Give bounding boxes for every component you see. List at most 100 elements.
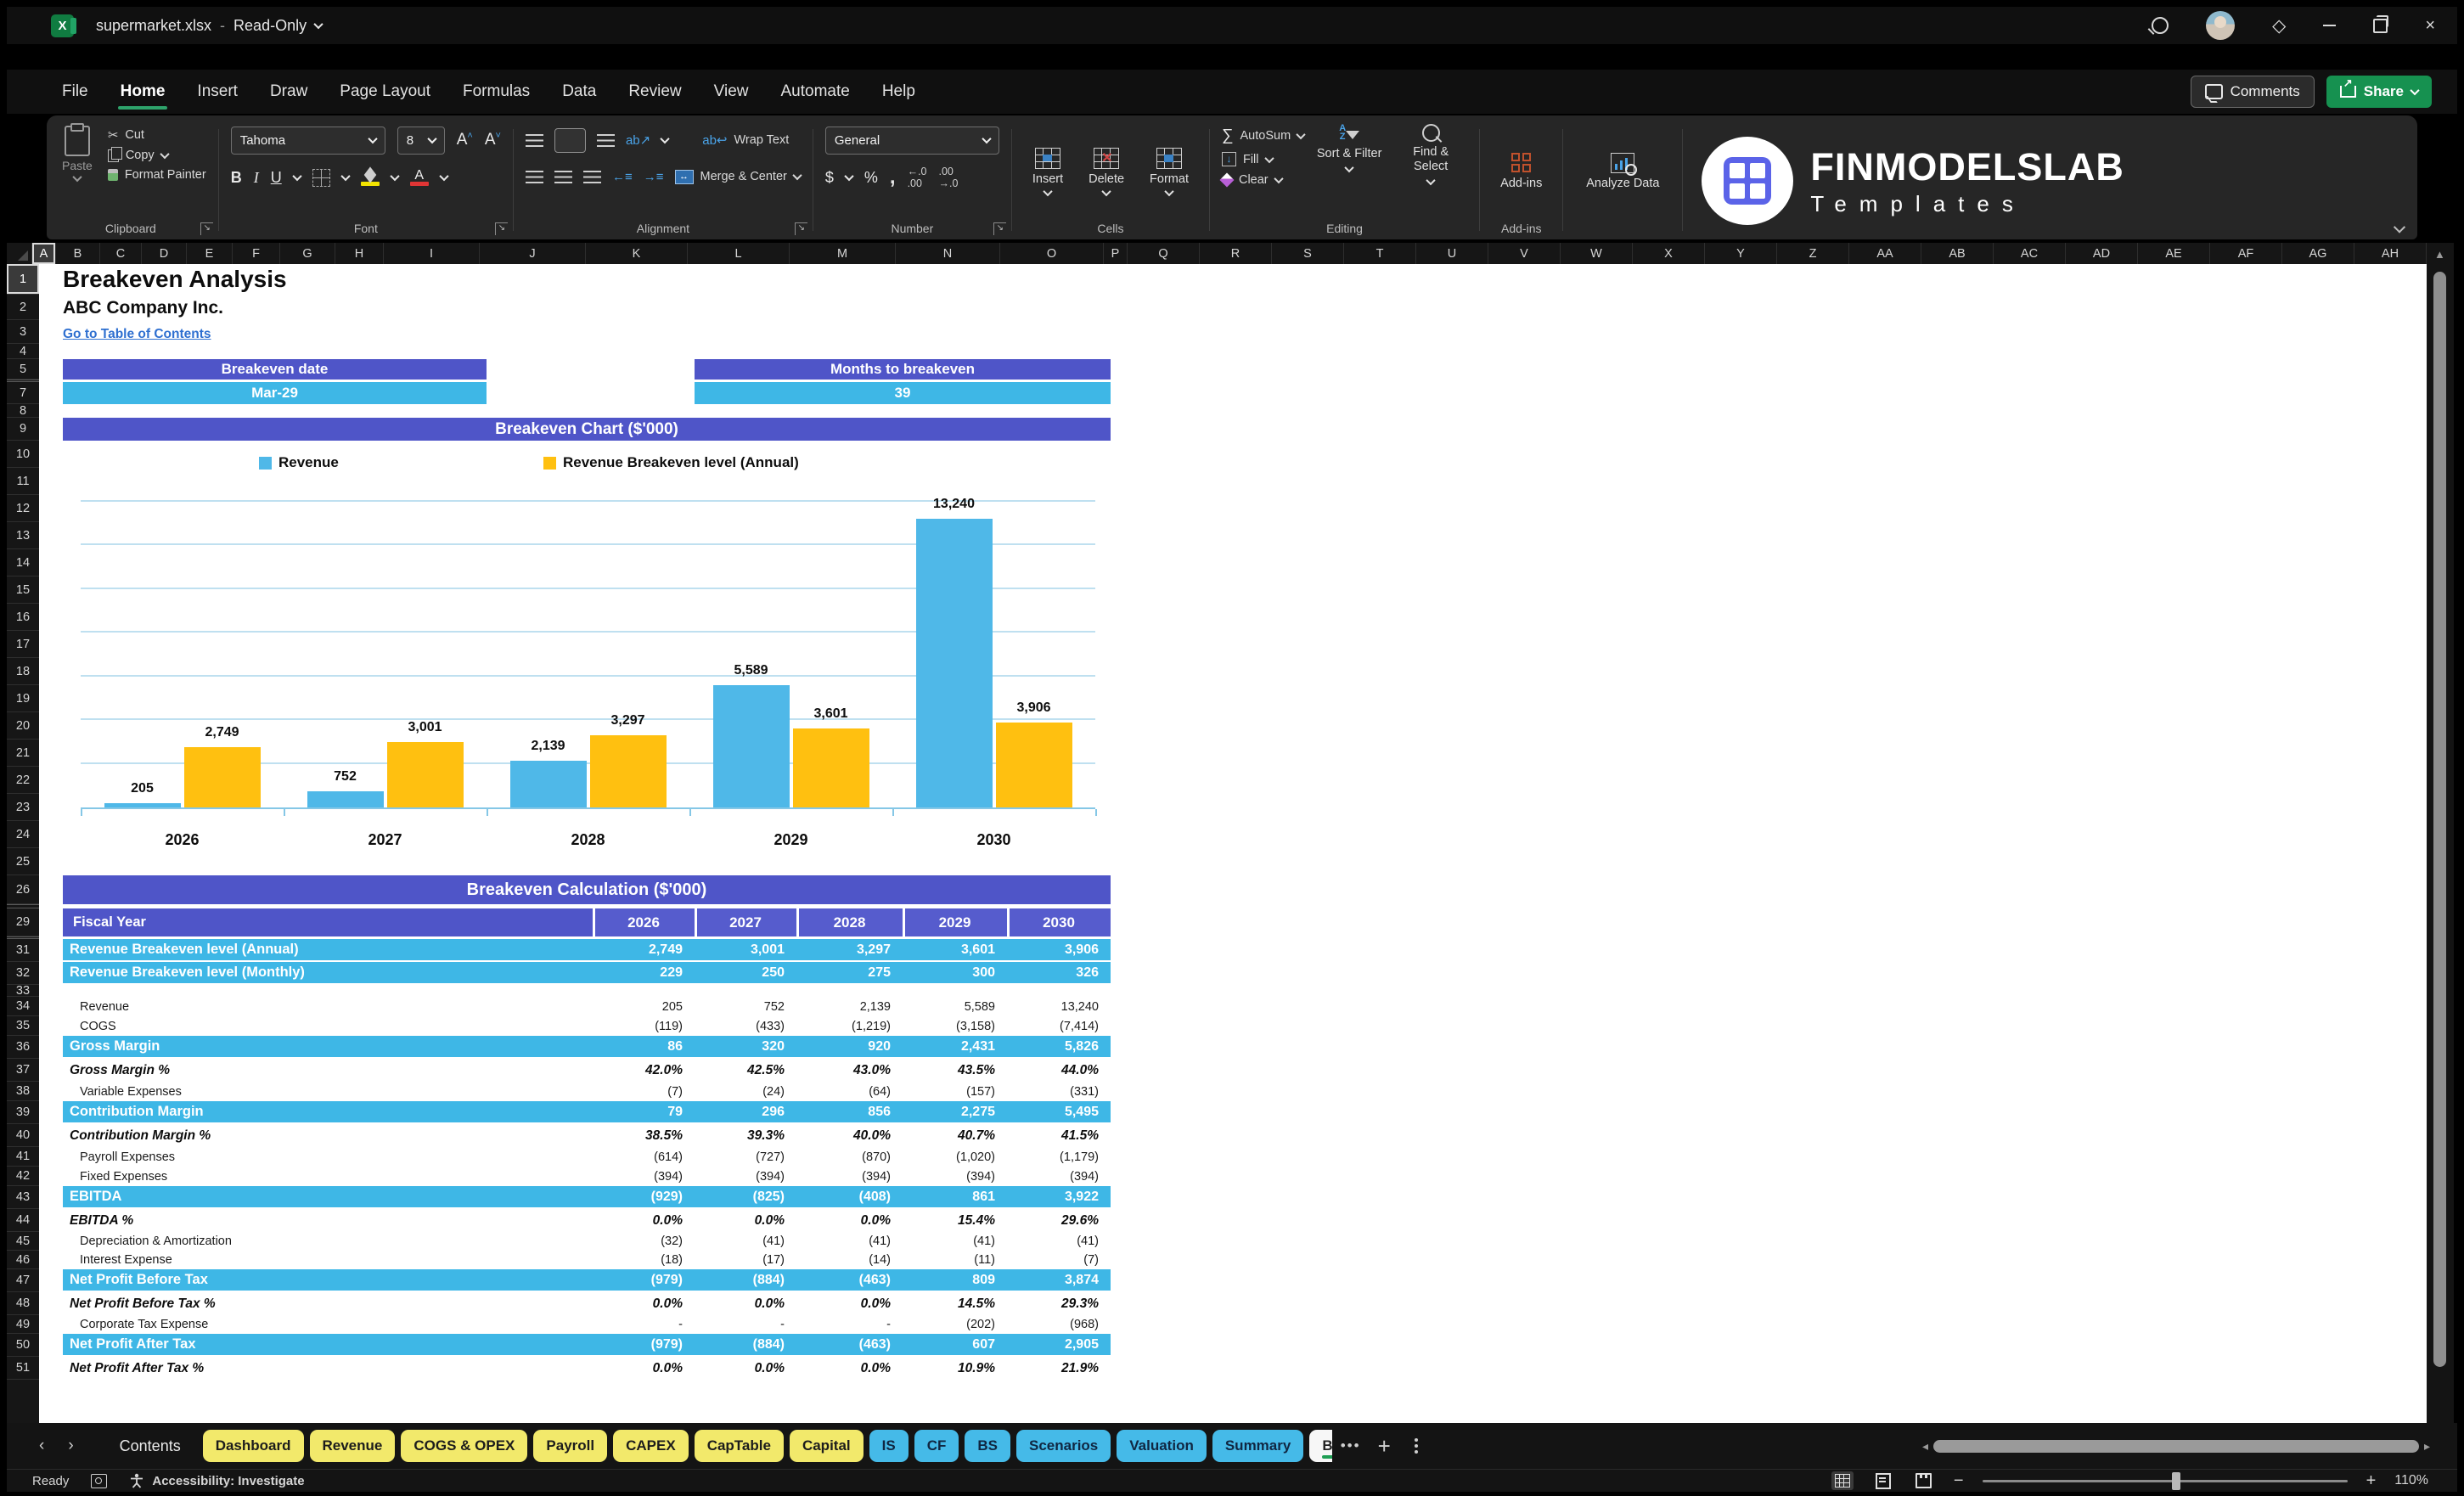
calc-row-label[interactable]: Depreciation & Amortization (63, 1234, 593, 1248)
year-header[interactable]: 2029 (903, 908, 1007, 936)
calc-cell[interactable]: 10.9% (903, 1361, 1007, 1376)
sheet-tab-dashboard[interactable]: Dashboard (202, 1430, 304, 1462)
calc-cell[interactable]: (7) (593, 1085, 695, 1099)
calc-row-label[interactable]: COGS (63, 1020, 593, 1033)
chart-bar-revenue[interactable] (104, 802, 181, 807)
cut-button[interactable]: ✂ Cut (108, 127, 206, 143)
merge-center-button[interactable]: ↔ Merge & Center (674, 169, 802, 184)
calc-row-label[interactable]: EBITDA % (63, 1213, 593, 1229)
zoom-slider-thumb[interactable] (2172, 1471, 2181, 1490)
column-header-ae[interactable]: AE (2138, 243, 2210, 264)
column-header-ab[interactable]: AB (1921, 243, 1994, 264)
zoom-in-button[interactable]: + (2366, 1471, 2377, 1491)
calc-cell[interactable]: 300 (903, 965, 1007, 981)
calc-cell[interactable]: (394) (796, 1170, 903, 1184)
search-icon[interactable] (2152, 17, 2169, 34)
scroll-up-icon[interactable]: ▲ (2434, 248, 2445, 261)
sheet-tab-revenue[interactable]: Revenue (309, 1430, 396, 1462)
sheet-nav-prev-icon[interactable]: ‹ (39, 1437, 44, 1455)
calc-cell[interactable]: (394) (1007, 1170, 1111, 1184)
column-header-v[interactable]: V (1488, 243, 1561, 264)
calc-cell[interactable]: 3,297 (796, 942, 903, 958)
table-of-contents-link[interactable]: Go to Table of Contents (63, 327, 211, 342)
calc-cell[interactable]: 0.0% (593, 1361, 695, 1376)
chevron-down-icon[interactable] (292, 171, 302, 182)
row-header-2[interactable]: 2 (7, 295, 39, 320)
calc-cell[interactable]: 5,589 (903, 1000, 1007, 1014)
increase-indent-icon[interactable]: →≡ (644, 170, 664, 184)
chart-title[interactable]: Breakeven Chart ($'000) (63, 418, 1111, 441)
column-header-z[interactable]: Z (1777, 243, 1849, 264)
calc-cell[interactable]: (17) (695, 1253, 796, 1267)
scroll-right-icon[interactable]: ▸ (2424, 1439, 2430, 1454)
calc-cell[interactable]: (331) (1007, 1085, 1111, 1099)
legend-item-revenue[interactable]: Revenue (259, 454, 339, 471)
calc-row-label[interactable]: Revenue Breakeven level (Monthly) (63, 965, 593, 981)
find-select-button[interactable]: Find & Select (1394, 124, 1467, 186)
scroll-left-icon[interactable]: ◂ (1922, 1439, 1928, 1454)
column-header-w[interactable]: W (1561, 243, 1633, 264)
calc-row-label[interactable]: Corporate Tax Expense (63, 1318, 593, 1331)
calc-row-label[interactable]: Revenue Breakeven level (Annual) (63, 942, 593, 958)
year-header[interactable]: 2027 (695, 908, 796, 936)
column-header-f[interactable]: F (233, 243, 280, 264)
calc-cell[interactable]: 3,001 (695, 942, 796, 958)
chevron-down-icon[interactable] (439, 171, 449, 182)
delete-cells-button[interactable]: Delete (1080, 146, 1133, 198)
column-header-s[interactable]: S (1272, 243, 1344, 264)
calc-cell[interactable]: - (593, 1318, 695, 1331)
chart-bar-revenue[interactable] (915, 518, 993, 807)
zoom-level[interactable]: 110% (2394, 1473, 2428, 1488)
row-header-13[interactable]: 13 (7, 522, 39, 549)
column-header-x[interactable]: X (1633, 243, 1705, 264)
column-header-j[interactable]: J (480, 243, 586, 264)
calc-cell[interactable]: 861 (903, 1189, 1007, 1205)
calc-cell[interactable]: 3,874 (1007, 1273, 1111, 1288)
row-header-49[interactable]: 49 (7, 1315, 39, 1334)
chart-bar-revenue-breakeven-level-annual[interactable] (792, 728, 869, 807)
horizontal-scrollbar[interactable]: ◂ ▸ (1917, 1431, 2435, 1460)
calc-cell[interactable]: (884) (695, 1337, 796, 1353)
autosum-button[interactable]: ∑ AutoSum (1222, 127, 1306, 145)
borders-icon[interactable] (312, 168, 330, 187)
sheet-tab-is[interactable]: IS (869, 1430, 909, 1462)
font-name-select[interactable]: Tahoma (230, 126, 385, 155)
menu-tab-draw[interactable]: Draw (256, 76, 322, 108)
calc-cell[interactable]: (408) (796, 1189, 903, 1205)
calc-cell[interactable]: (968) (1007, 1318, 1111, 1331)
sort-filter-button[interactable]: AZ Sort & Filter (1313, 124, 1386, 173)
row-header-26[interactable]: 26 (7, 875, 39, 904)
column-header-ac[interactable]: AC (1994, 243, 2066, 264)
paste-button[interactable]: Paste (55, 123, 99, 183)
row-header-42[interactable]: 42 (7, 1167, 39, 1186)
collapse-ribbon-icon[interactable] (2393, 221, 2406, 233)
dialog-launcher-icon[interactable]: ↘ (494, 222, 508, 235)
year-header[interactable]: 2028 (796, 908, 903, 936)
calc-cell[interactable]: (394) (903, 1170, 1007, 1184)
calc-cell[interactable]: 0.0% (593, 1296, 695, 1312)
calc-cell[interactable]: (32) (593, 1234, 695, 1248)
column-header-b[interactable]: B (56, 243, 100, 264)
row-header-38[interactable]: 38 (7, 1082, 39, 1101)
calc-cell[interactable]: 79 (593, 1105, 695, 1120)
normal-view-button[interactable] (1831, 1471, 1854, 1490)
restore-button[interactable] (2373, 14, 2389, 33)
zoom-slider[interactable] (1982, 1471, 2348, 1490)
page-break-view-button[interactable] (1913, 1471, 1935, 1490)
calc-cell[interactable]: 809 (903, 1273, 1007, 1288)
chart-bar-revenue-breakeven-level-annual[interactable] (995, 722, 1072, 807)
calc-cell[interactable]: 3,601 (903, 942, 1007, 958)
row-header-36[interactable]: 36 (7, 1036, 39, 1059)
align-bottom-icon[interactable] (596, 133, 615, 147)
calc-cell[interactable]: (157) (903, 1085, 1007, 1099)
menu-tab-automate[interactable]: Automate (766, 76, 864, 108)
column-header-o[interactable]: O (1000, 243, 1104, 264)
year-header[interactable]: 2030 (1007, 908, 1111, 936)
row-header-29[interactable]: 29 (7, 908, 39, 936)
page-layout-view-button[interactable] (1872, 1471, 1894, 1490)
calc-cell[interactable]: 2,905 (1007, 1337, 1111, 1353)
copy-button[interactable]: Copy (107, 146, 206, 162)
calc-cell[interactable]: (7) (1007, 1253, 1111, 1267)
row-header-40[interactable]: 40 (7, 1124, 39, 1147)
calc-row-label[interactable]: Revenue (63, 1000, 593, 1014)
